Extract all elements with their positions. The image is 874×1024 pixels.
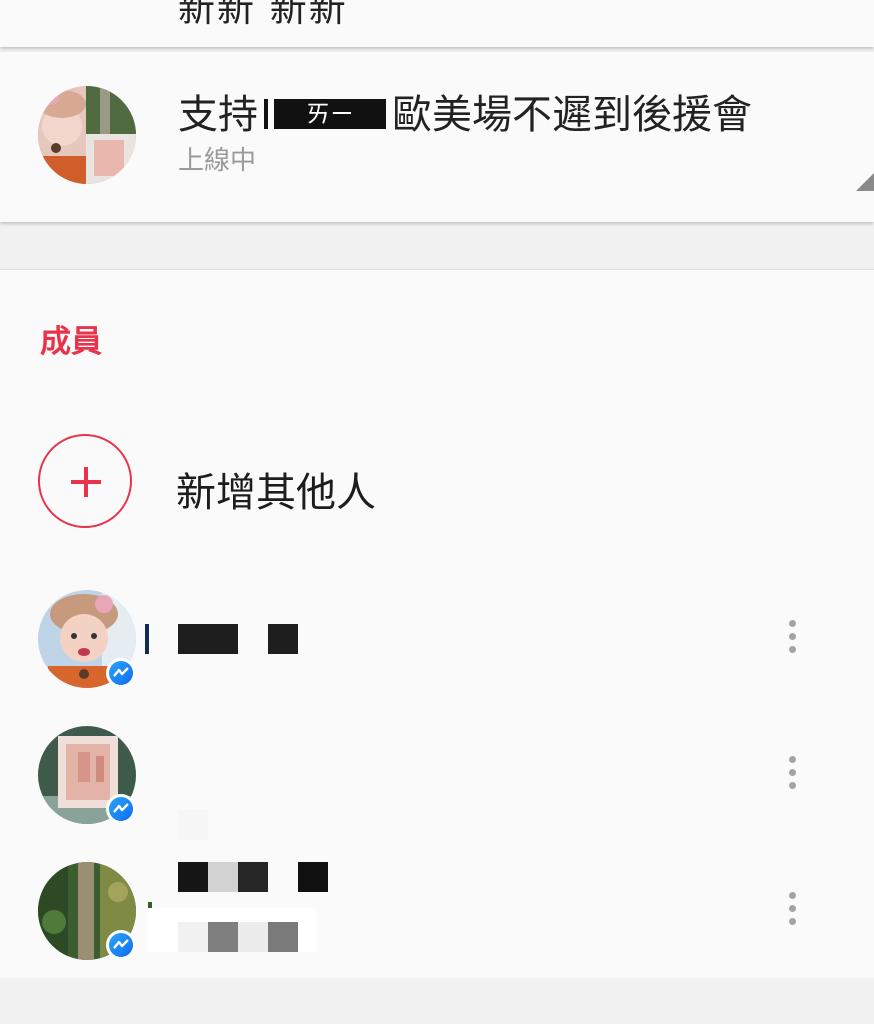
plus-icon[interactable] [38,434,132,528]
redaction-edge [145,624,149,654]
bottom-background [0,978,874,1024]
redaction-block [268,922,298,952]
redaction-block [178,862,208,892]
group-title-redacted: ㄞㄧ [274,99,386,129]
previous-card-title: 新新 新新 [178,0,348,30]
group-title-prefix: 支持 [178,92,258,138]
add-people-label: 新增其他人 [176,470,376,516]
redaction-block [298,862,328,892]
redaction-block [178,810,208,840]
redaction-block [238,862,268,892]
redaction-block [208,922,238,952]
group-info-card[interactable]: 支持 ㄞㄧ 歐美場不遲到後援會 上線中 [0,52,874,222]
previous-card: 新新 新新 [0,0,874,47]
group-status: 上線中 [178,146,257,176]
more-vertical-icon[interactable] [780,892,804,932]
redaction-mark [264,99,268,129]
messenger-icon [106,794,136,824]
redaction-block [178,624,238,654]
card-corner-indicator [856,173,874,191]
group-avatar[interactable] [38,86,136,184]
member-row[interactable] [0,842,874,972]
members-header: 成員 [40,324,102,360]
group-title-suffix: 歐美場不遲到後援會 [392,92,752,138]
messenger-icon [106,658,136,688]
redaction-block [178,922,208,952]
add-people-row[interactable]: 新增其他人 [0,420,874,546]
more-vertical-icon[interactable] [780,620,804,660]
members-card: 成員 新增其他人 [0,270,874,978]
redaction-block [208,862,238,892]
redaction-block [268,624,298,654]
more-vertical-icon[interactable] [780,756,804,796]
member-row[interactable] [0,706,874,840]
redaction-block [238,922,268,952]
messenger-icon [106,930,136,960]
member-name [178,760,378,794]
member-row[interactable] [0,570,874,700]
group-title: 支持 ㄞㄧ 歐美場不遲到後援會 [178,82,752,140]
